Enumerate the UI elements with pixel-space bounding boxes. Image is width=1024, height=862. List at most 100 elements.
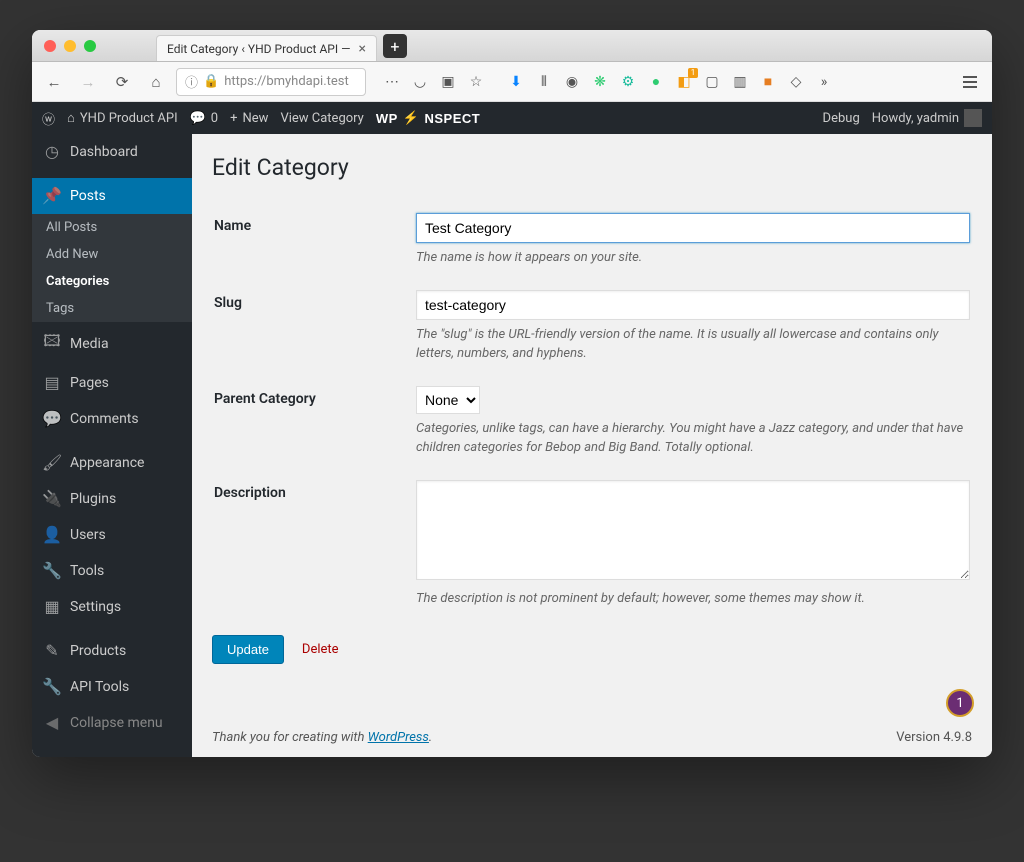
wrench-icon: 🔧 [42,677,62,697]
footer-version: Version 4.9.8 [896,730,972,745]
reload-button[interactable]: ⟳ [108,68,136,96]
plus-icon: + [230,111,237,126]
download-icon[interactable]: ⬇ [504,70,528,94]
pocket-icon[interactable]: ◡ [408,70,432,94]
bolt-icon: ⚡ [403,110,420,126]
notification-icon[interactable]: ◧ [672,70,696,94]
collapse-menu[interactable]: ◀Collapse menu [32,705,192,741]
ext-icon-2[interactable]: ⚙ [616,70,640,94]
slug-input[interactable] [416,290,970,320]
view-category-link[interactable]: View Category [280,111,363,126]
site-name: YHD Product API [80,111,178,126]
new-tab-button[interactable]: + [383,34,407,58]
slug-label: Slug [214,280,414,374]
menu-button[interactable] [956,68,984,96]
browser-titlebar: Edit Category ‹ YHD Product API — × + [32,30,992,62]
site-name-link[interactable]: ⌂ YHD Product API [67,110,178,126]
ext-icon-1[interactable]: ◉ [560,70,584,94]
comments-link[interactable]: 💬0 [190,111,219,126]
delete-link[interactable]: Delete [302,642,339,657]
description-textarea[interactable] [416,480,970,580]
ext-icon-5[interactable]: ■ [756,70,780,94]
wordpress-link[interactable]: WordPress [368,730,429,745]
lock-icon: 🔒 [203,74,219,89]
library-icon[interactable]: ⦀ [532,70,556,94]
ext-icon-4[interactable]: ▥ [728,70,752,94]
submenu-add-new[interactable]: Add New [32,241,192,268]
plugin-icon: 🔌 [42,489,62,509]
new-label: New [243,111,269,126]
settings-icon: ▦ [42,597,62,617]
info-icon: ⓘ [185,72,198,91]
submenu-all-posts[interactable]: All Posts [32,214,192,241]
url-text: https://bmyhdapi.test [224,74,349,89]
name-input[interactable] [416,213,970,243]
dashboard-icon: ◷ [42,142,62,162]
window-maximize-button[interactable] [84,40,96,52]
avatar [964,109,982,127]
menu-media[interactable]: 🖾Media [32,322,192,365]
menu-pages[interactable]: ▤Pages [32,365,192,401]
description-description: The description is not prominent by defa… [416,589,970,609]
wp-admin-bar: ⓦ ⌂YHD Product API 💬0 +New View Category… [32,102,992,134]
brush-icon: 🖌 [42,453,62,473]
menu-api-tools[interactable]: 🔧API Tools [32,669,192,705]
slug-description: The "slug" is the URL-friendly version o… [416,325,970,364]
browser-tab[interactable]: Edit Category ‹ YHD Product API — × [156,35,377,61]
update-button[interactable]: Update [212,635,284,664]
wpinspect-link[interactable]: WP⚡NSPECT [376,110,480,126]
footer-thanks: Thank you for creating with WordPress. [212,730,432,745]
ext-icon-3[interactable]: ▢ [700,70,724,94]
menu-appearance[interactable]: 🖌Appearance [32,445,192,481]
more-icon[interactable]: ⋯ [380,70,404,94]
tools-icon: 🔧 [42,561,62,581]
admin-sidebar: ◷Dashboard 📌Posts All Posts Add New Cate… [32,134,192,757]
home-icon: ⌂ [67,110,75,126]
reader-icon[interactable]: ▣ [436,70,460,94]
main-content: Edit Category Name The name is how it ap… [192,134,992,757]
parent-select[interactable]: None [416,386,480,414]
close-icon[interactable]: × [358,41,365,57]
users-icon: 👤 [42,525,62,545]
new-content-link[interactable]: + New [230,111,268,126]
address-bar[interactable]: ⓘ 🔒 https://bmyhdapi.test [176,68,366,96]
pages-icon: ▤ [42,373,62,393]
forward-button[interactable]: → [74,68,102,96]
grammarly-icon[interactable]: ● [644,70,668,94]
products-icon: ✎ [42,641,62,661]
menu-products[interactable]: ✎Products [32,633,192,669]
howdy-text: Howdy, yadmin [872,111,959,126]
page-title: Edit Category [212,154,972,181]
back-button[interactable]: ← [40,68,68,96]
ext-icon-6[interactable]: ◇ [784,70,808,94]
comments-icon: 💬 [42,409,62,429]
menu-settings[interactable]: ▦Settings [32,589,192,625]
submenu-categories[interactable]: Categories [32,268,192,295]
name-label: Name [214,203,414,278]
comment-icon: 💬 [190,111,206,126]
debug-link[interactable]: Debug [823,111,860,126]
menu-comments[interactable]: 💬Comments [32,401,192,437]
window-close-button[interactable] [44,40,56,52]
home-button[interactable]: ⌂ [142,68,170,96]
menu-users[interactable]: 👤Users [32,517,192,553]
menu-tools[interactable]: 🔧Tools [32,553,192,589]
overflow-icon[interactable]: » [812,70,836,94]
collapse-icon: ◀ [42,713,62,733]
pin-icon: 📌 [42,186,62,206]
window-minimize-button[interactable] [64,40,76,52]
debug-label: Debug [823,111,860,126]
comments-count: 0 [211,111,218,126]
menu-plugins[interactable]: 🔌Plugins [32,481,192,517]
account-link[interactable]: Howdy, yadmin [872,109,982,127]
submenu-tags[interactable]: Tags [32,295,192,322]
view-label: View Category [280,111,363,126]
menu-posts[interactable]: 📌Posts [32,178,192,214]
description-label: Description [214,470,414,619]
tab-title: Edit Category ‹ YHD Product API — [167,42,350,56]
notification-badge[interactable]: 1 [946,689,974,717]
evernote-icon[interactable]: ❋ [588,70,612,94]
wp-logo-link[interactable]: ⓦ [42,109,55,128]
star-icon[interactable]: ☆ [464,70,488,94]
menu-dashboard[interactable]: ◷Dashboard [32,134,192,170]
